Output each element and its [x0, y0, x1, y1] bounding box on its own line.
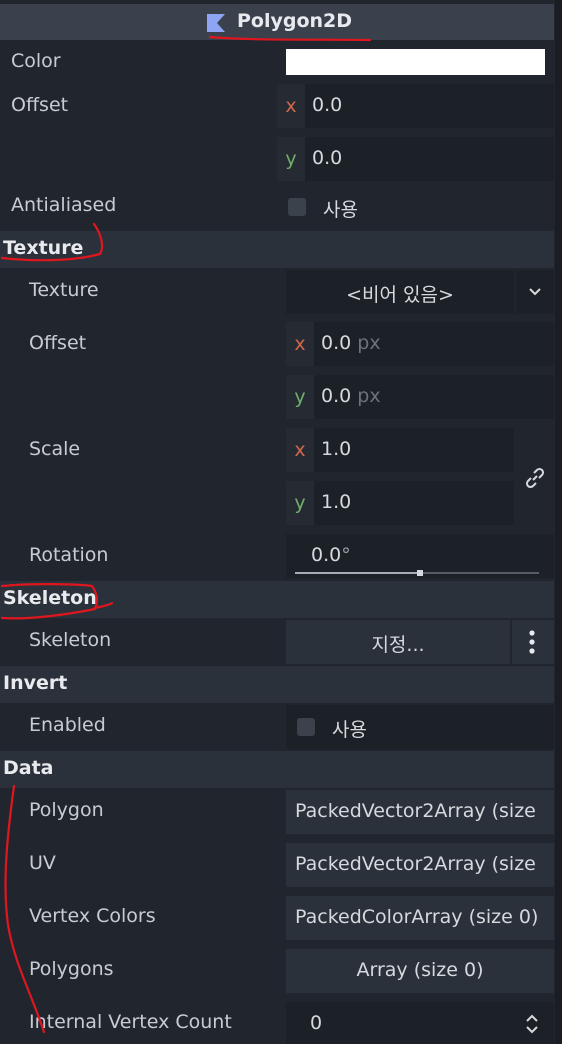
invert-enabled-value: 사용 [332, 719, 367, 741]
axis-y-label: y [277, 137, 305, 181]
polygons-value: Array (size 0) [356, 959, 484, 981]
texture-value: <비어 있음> [346, 284, 454, 306]
texture-offset-x-field[interactable]: x 0.0 px [286, 322, 554, 366]
internal-vertex-count-spinbox[interactable]: 0 [286, 1002, 554, 1044]
texture-rotation-label: Rotation [29, 544, 109, 566]
spinbox-arrows-icon[interactable] [524, 1012, 540, 1036]
texture-scale-x-value: 1.0 [321, 438, 352, 460]
color-swatch[interactable] [286, 49, 545, 75]
header-title: Polygon2D [237, 10, 353, 32]
offset-x-field[interactable]: x 0.0 [277, 84, 554, 128]
skeleton-menu-button[interactable] [512, 620, 554, 664]
texture-rotation-slider[interactable]: 0.0° [286, 534, 554, 578]
vertex-colors-value: PackedColorArray (size 0) [295, 906, 539, 928]
invert-enabled-label: Enabled [29, 714, 106, 736]
invert-enabled-field [286, 705, 554, 749]
texture-scale-y-value: 1.0 [321, 491, 352, 513]
section-data[interactable]: Data [0, 751, 554, 788]
internal-vertex-count-label: Internal Vertex Count [29, 1011, 232, 1033]
offset-label: Offset [11, 94, 69, 116]
polygon-value: PackedVector2Array (size [295, 800, 536, 822]
link-icon[interactable] [523, 466, 547, 490]
section-texture-title: Texture [3, 237, 84, 259]
polygons-array-button[interactable]: Array (size 0) [286, 949, 554, 993]
antialiased-label: Antialiased [11, 194, 117, 216]
offset-x-value: 0.0 [312, 94, 343, 116]
scrollbar[interactable] [555, 0, 562, 1044]
section-invert[interactable]: Invert [0, 666, 554, 703]
polygons-label: Polygons [29, 958, 114, 980]
rotation-value: 0.0° [311, 544, 351, 566]
skeleton-assign-button[interactable]: 지정... [286, 620, 510, 664]
chevron-down-icon [529, 288, 541, 296]
antialiased-value: 사용 [323, 199, 358, 221]
vertex-colors-label: Vertex Colors [29, 905, 156, 927]
rotation-slider-fill [295, 572, 419, 574]
offset-y-value: 0.0 [312, 147, 343, 169]
kebab-menu-icon [529, 630, 535, 654]
antialiased-checkbox[interactable] [288, 198, 306, 216]
texture-dropdown-button[interactable] [516, 270, 554, 314]
polygon2d-icon [207, 14, 225, 32]
offset-y-field[interactable]: y 0.0 [277, 137, 554, 181]
skeleton-value: 지정... [371, 634, 425, 656]
section-data-title: Data [3, 757, 54, 779]
axis-y-label: y [286, 481, 314, 525]
texture-offset-x-value: 0.0 px [321, 332, 381, 354]
uv-value: PackedVector2Array (size [295, 853, 536, 875]
axis-x-label: x [286, 428, 314, 472]
uv-label: UV [29, 852, 56, 874]
unit-px: px [357, 332, 381, 354]
texture-label: Texture [29, 279, 99, 301]
axis-y-label: y [286, 375, 314, 419]
skeleton-label: Skeleton [29, 629, 112, 651]
inspector-header: Polygon2D [0, 4, 554, 40]
section-texture[interactable]: Texture [0, 231, 554, 268]
polygon-label: Polygon [29, 799, 104, 821]
internal-vertex-count-value: 0 [310, 1012, 323, 1034]
polygon-array-button[interactable]: PackedVector2Array (size [286, 790, 554, 834]
color-label: Color [11, 50, 61, 72]
texture-offset-y-field[interactable]: y 0.0 px [286, 375, 554, 419]
axis-x-label: x [286, 322, 314, 366]
unit-px: px [357, 385, 381, 407]
invert-enabled-checkbox[interactable] [297, 718, 315, 736]
texture-scale-x-field[interactable]: x 1.0 [286, 428, 514, 472]
texture-scale-y-field[interactable]: y 1.0 [286, 481, 514, 525]
texture-offset-label: Offset [29, 332, 87, 354]
texture-scale-label: Scale [29, 438, 81, 460]
uv-array-button[interactable]: PackedVector2Array (size [286, 843, 554, 887]
texture-picker[interactable]: <비어 있음> [286, 270, 514, 314]
section-skeleton-title: Skeleton [3, 587, 97, 609]
section-invert-title: Invert [3, 672, 68, 694]
vertex-colors-array-button[interactable]: PackedColorArray (size 0) [286, 896, 554, 940]
axis-x-label: x [277, 84, 305, 128]
section-skeleton[interactable]: Skeleton [0, 581, 554, 618]
rotation-slider-handle[interactable] [417, 570, 423, 576]
texture-offset-y-value: 0.0 px [321, 385, 381, 407]
